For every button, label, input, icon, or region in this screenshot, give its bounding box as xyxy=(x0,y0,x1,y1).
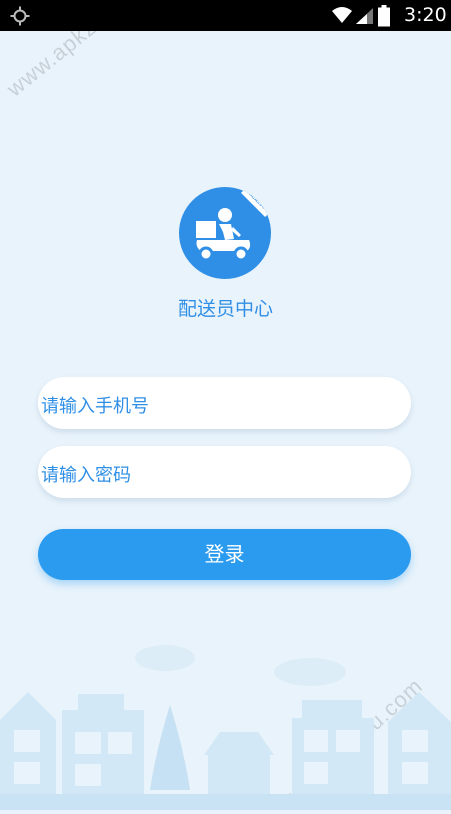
location-icon xyxy=(10,6,30,30)
page-title: 配送员中心 xyxy=(177,298,273,320)
status-bar: 3:20 xyxy=(0,0,451,31)
phone-input-placeholder: 请输入手机号 xyxy=(41,396,149,417)
app-logo: 配送员 xyxy=(179,187,271,279)
password-input[interactable]: 请输入密码 xyxy=(38,446,411,498)
wifi-icon xyxy=(331,6,353,28)
signal-icon xyxy=(355,7,375,29)
phone-input[interactable]: 请输入手机号 xyxy=(38,377,411,429)
password-input-placeholder: 请输入密码 xyxy=(41,465,131,486)
battery-icon xyxy=(378,5,390,31)
status-time: 3:20 xyxy=(404,4,447,26)
login-button[interactable]: 登录 xyxy=(38,529,411,580)
city-skyline-background xyxy=(0,630,451,810)
